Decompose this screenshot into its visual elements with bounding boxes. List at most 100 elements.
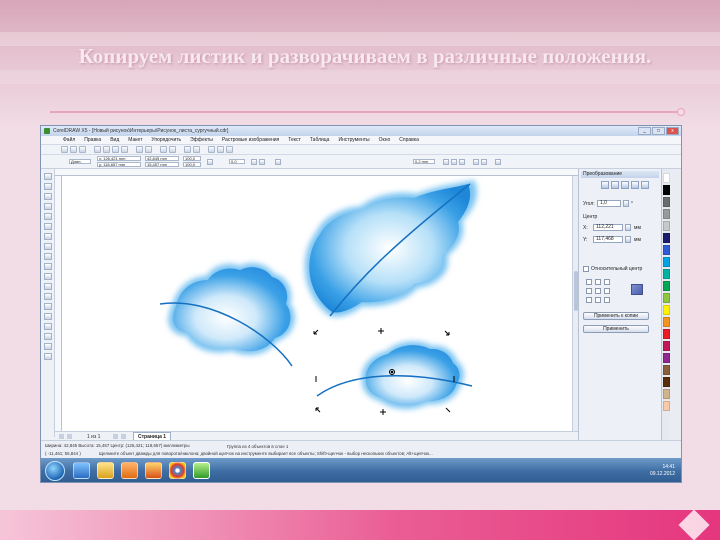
- vertical-ruler[interactable]: [55, 176, 62, 431]
- width-field[interactable]: 42,845 mm: [145, 156, 179, 161]
- menu-effects[interactable]: Эффекты: [190, 137, 213, 143]
- crop-tool-icon[interactable]: [44, 193, 52, 200]
- basic-shapes-tool-icon[interactable]: [44, 263, 52, 270]
- menu-view[interactable]: Вид: [110, 137, 119, 143]
- start-button[interactable]: [45, 461, 65, 481]
- anchor-bottom-right[interactable]: [604, 297, 610, 303]
- new-icon[interactable]: [61, 146, 68, 153]
- ellipse-tool-icon[interactable]: [44, 243, 52, 250]
- copy-icon[interactable]: [112, 146, 119, 153]
- freehand-tool-icon[interactable]: [44, 213, 52, 220]
- menu-bitmaps[interactable]: Растровые изображения: [222, 137, 279, 143]
- apply-button[interactable]: Применить: [583, 325, 649, 333]
- position-x-field[interactable]: x: 126,421 mm: [97, 156, 141, 161]
- ungroup-icon[interactable]: [451, 159, 457, 165]
- close-button[interactable]: x: [666, 127, 679, 135]
- relative-center-checkbox[interactable]: [583, 266, 589, 272]
- color-swatch[interactable]: [663, 389, 670, 399]
- mirror-vertical-icon[interactable]: [259, 159, 265, 165]
- combine-icon[interactable]: [459, 159, 465, 165]
- mirror-horizontal-icon[interactable]: [251, 159, 257, 165]
- scale-height-field[interactable]: 100,0: [183, 162, 201, 167]
- color-swatch[interactable]: [663, 377, 670, 387]
- export-icon[interactable]: [169, 146, 176, 153]
- rotate-transform-icon[interactable]: [611, 181, 619, 189]
- app-launcher-icon[interactable]: [184, 146, 191, 153]
- zoom-level-icon[interactable]: [208, 146, 215, 153]
- skew-transform-icon[interactable]: [641, 181, 649, 189]
- smart-fill-tool-icon[interactable]: [44, 223, 52, 230]
- leaf-medium[interactable]: [159, 263, 295, 367]
- color-swatch[interactable]: [663, 257, 670, 267]
- color-swatch[interactable]: [663, 173, 670, 183]
- group-icon[interactable]: [443, 159, 449, 165]
- anchor-middle-right[interactable]: [604, 288, 610, 294]
- anchor-bottom-left[interactable]: [586, 297, 592, 303]
- window-titlebar[interactable]: CorelDRAW X5 - [Новый рисунок\Интерьеры\…: [41, 126, 681, 136]
- import-icon[interactable]: [160, 146, 167, 153]
- next-page-icon[interactable]: [113, 434, 118, 439]
- wrap-text-icon[interactable]: [275, 159, 281, 165]
- color-swatch[interactable]: [663, 221, 670, 231]
- connector-tool-icon[interactable]: [44, 303, 52, 310]
- leaf-large[interactable]: [304, 180, 477, 317]
- snap-icon[interactable]: [217, 146, 224, 153]
- preset-select[interactable]: Длин.: [69, 159, 91, 164]
- color-swatch[interactable]: [663, 245, 670, 255]
- color-swatch[interactable]: [663, 365, 670, 375]
- anchor-center[interactable]: [595, 288, 601, 294]
- eyedropper-tool-icon[interactable]: [44, 323, 52, 330]
- shape-tool-icon[interactable]: [44, 183, 52, 190]
- menu-arrange[interactable]: Упорядочить: [151, 137, 181, 143]
- color-swatch[interactable]: [663, 185, 670, 195]
- menu-tools[interactable]: Инструменты: [338, 137, 369, 143]
- align-icon[interactable]: [495, 159, 501, 165]
- color-swatch[interactable]: [663, 233, 670, 243]
- text-tool-icon[interactable]: [44, 273, 52, 280]
- media-icon[interactable]: [121, 462, 138, 479]
- outline-tool-icon[interactable]: [44, 333, 52, 340]
- outline-width-field[interactable]: 0,2 mm: [413, 159, 435, 164]
- rectangle-tool-icon[interactable]: [44, 233, 52, 240]
- polygon-tool-icon[interactable]: [44, 253, 52, 260]
- docker-tab-strip[interactable]: [670, 169, 681, 440]
- lock-ratio-icon[interactable]: [207, 159, 213, 165]
- scale-width-field[interactable]: 100,0: [183, 156, 201, 161]
- apply-to-duplicate-button[interactable]: Применить к копии: [583, 312, 649, 320]
- angle-stepper[interactable]: [623, 200, 629, 207]
- center-x-input[interactable]: 112,221: [593, 224, 623, 231]
- fill-tool-icon[interactable]: [44, 343, 52, 350]
- color-swatch[interactable]: [663, 293, 670, 303]
- prev-page-icon[interactable]: [67, 434, 72, 439]
- anchor-top-left[interactable]: [586, 279, 592, 285]
- anchor-bottom-center[interactable]: [595, 297, 601, 303]
- size-transform-icon[interactable]: [631, 181, 639, 189]
- position-y-field[interactable]: y: 118,657 mm: [97, 162, 141, 167]
- print-icon[interactable]: [94, 146, 101, 153]
- scale-transform-icon[interactable]: [621, 181, 629, 189]
- center-y-stepper[interactable]: [625, 236, 631, 243]
- zoom-tool-icon[interactable]: [44, 203, 52, 210]
- leaf-small-selected[interactable]: [316, 341, 473, 410]
- position-transform-icon[interactable]: [601, 181, 609, 189]
- blend-tool-icon[interactable]: [44, 313, 52, 320]
- menu-help[interactable]: Справка: [399, 137, 419, 143]
- to-back-icon[interactable]: [481, 159, 487, 165]
- maximize-button[interactable]: □: [652, 127, 665, 135]
- minimize-button[interactable]: _: [638, 127, 651, 135]
- color-swatch[interactable]: [663, 353, 670, 363]
- open-icon[interactable]: [70, 146, 77, 153]
- first-page-icon[interactable]: [59, 434, 64, 439]
- rotation-angle-field[interactable]: 0,0: [229, 159, 245, 164]
- welcome-icon[interactable]: [193, 146, 200, 153]
- menu-text[interactable]: Текст: [288, 137, 301, 143]
- color-swatch[interactable]: [663, 329, 670, 339]
- drawing-canvas[interactable]: [62, 176, 572, 431]
- anchor-top-right[interactable]: [604, 279, 610, 285]
- color-swatch[interactable]: [663, 305, 670, 315]
- anchor-top-center[interactable]: [595, 279, 601, 285]
- menu-window[interactable]: Окно: [379, 137, 391, 143]
- color-swatch[interactable]: [663, 401, 670, 411]
- color-swatch[interactable]: [663, 317, 670, 327]
- cut-icon[interactable]: [103, 146, 110, 153]
